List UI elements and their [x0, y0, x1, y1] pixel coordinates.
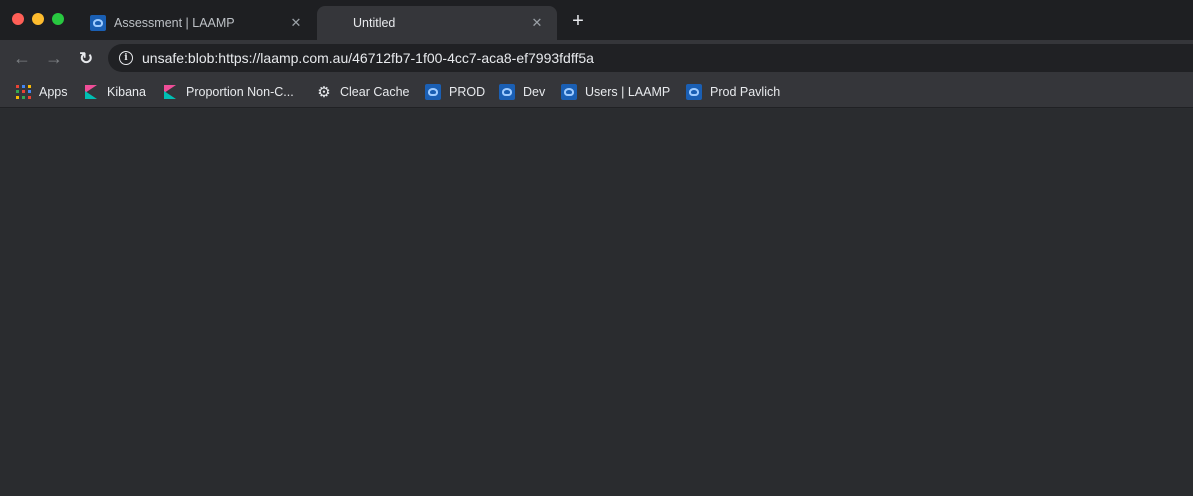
bookmark-apps[interactable]: Apps	[15, 82, 68, 102]
bookmark-prod-pavlich[interactable]: Prod Pavlich	[686, 82, 780, 102]
laamp-icon	[686, 84, 702, 100]
tab-close-icon[interactable]: ✕	[529, 15, 545, 31]
laamp-icon	[561, 84, 577, 100]
address-url[interactable]: unsafe:blob:https://laamp.com.au/46712fb…	[142, 50, 594, 66]
bookmark-label: Clear Cache	[340, 85, 410, 99]
bookmark-label: Apps	[39, 85, 68, 99]
toolbar: ← → ↻ i unsafe:blob:https://laamp.com.au…	[0, 40, 1193, 76]
bookmark-users-laamp[interactable]: Users | LAAMP	[561, 82, 670, 102]
tab-assessment[interactable]: Assessment | LAAMP ✕	[80, 6, 316, 40]
bookmark-label: Kibana	[107, 85, 146, 99]
bookmark-proportion[interactable]: Proportion Non-C...	[162, 82, 294, 102]
bookmark-prod[interactable]: PROD	[425, 82, 485, 102]
kibana-icon	[162, 84, 178, 100]
bookmark-label: Prod Pavlich	[710, 85, 781, 99]
bookmark-label: PROD	[449, 85, 486, 99]
window-zoom-button[interactable]	[52, 13, 64, 25]
window-close-button[interactable]	[12, 13, 24, 25]
bookmark-label: Proportion Non-C...	[186, 85, 294, 99]
gear-icon: ⚙	[317, 83, 331, 101]
bookmark-clear-cache[interactable]: ⚙ Clear Cache	[316, 82, 409, 102]
tab-close-icon[interactable]: ✕	[288, 15, 304, 31]
tab-title: Untitled	[353, 16, 396, 30]
new-tab-plus-icon[interactable]: +	[569, 11, 587, 31]
tab-title: Assessment | LAAMP	[114, 16, 235, 30]
page-content-blank	[0, 109, 1193, 496]
bookmarks-bar: Apps Kibana Proportion Non-C... ⚙ Clear …	[0, 76, 1193, 108]
bookmark-kibana[interactable]: Kibana	[83, 82, 146, 102]
tab-strip: Assessment | LAAMP ✕ Untitled ✕ +	[0, 0, 1193, 40]
back-arrow-icon[interactable]: ←	[12, 48, 32, 68]
site-info-icon[interactable]: i	[119, 51, 133, 65]
kibana-icon	[83, 84, 99, 100]
bookmark-dev[interactable]: Dev	[499, 82, 545, 102]
window-minimize-button[interactable]	[32, 13, 44, 25]
address-bar[interactable]: i unsafe:blob:https://laamp.com.au/46712…	[108, 44, 1193, 72]
bookmark-label: Users | LAAMP	[585, 85, 671, 99]
browser-window: Assessment | LAAMP ✕ Untitled ✕ + ← → ↻ …	[0, 0, 1193, 496]
laamp-icon	[499, 84, 515, 100]
apps-grid-icon	[15, 84, 31, 100]
laamp-icon	[425, 84, 441, 100]
laamp-favicon-icon	[90, 15, 106, 31]
bookmark-label: Dev	[523, 85, 546, 99]
reload-icon[interactable]: ↻	[76, 48, 96, 68]
forward-arrow-icon[interactable]: →	[44, 48, 64, 68]
tab-untitled[interactable]: Untitled ✕	[317, 6, 557, 40]
